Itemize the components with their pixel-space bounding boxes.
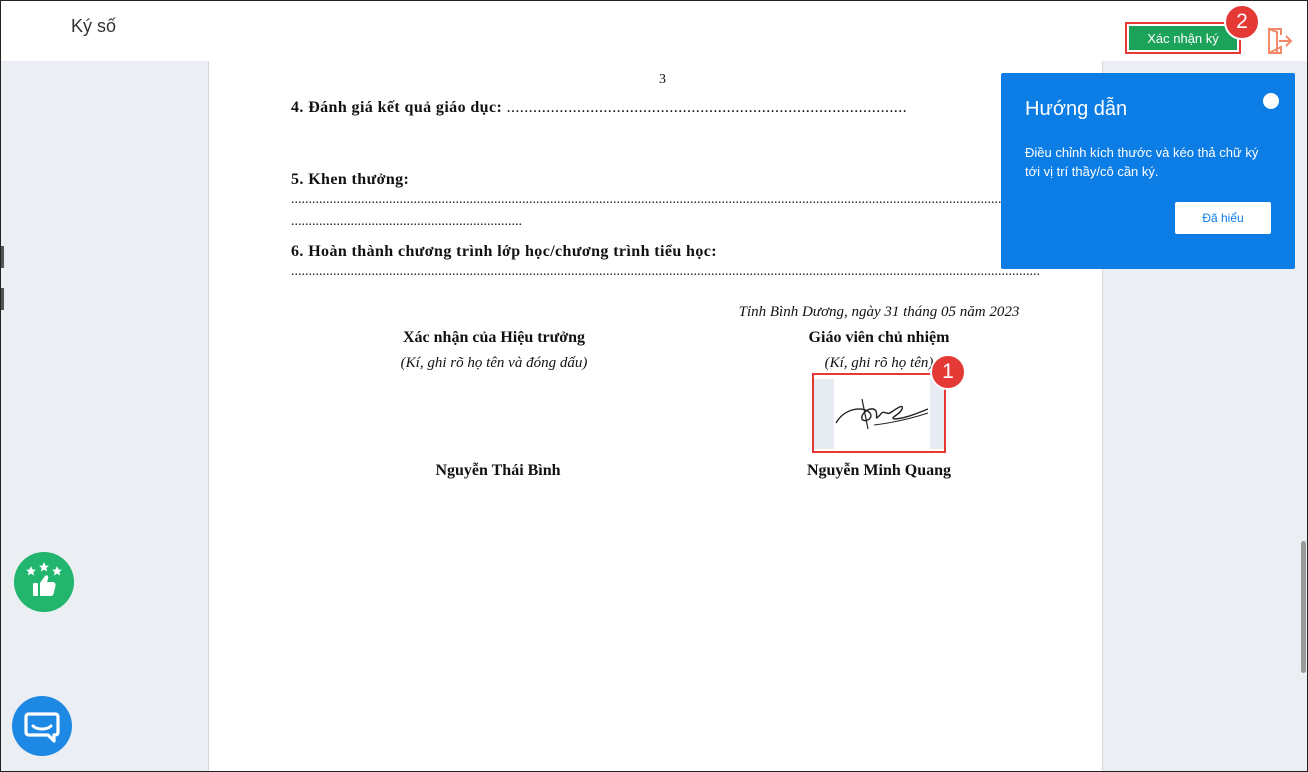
teacher-title: Giáo viên chủ nhiệm: [808, 329, 950, 346]
section-5-line-2: ........................................…: [291, 214, 522, 229]
guide-popover: Hướng dẫn Điều chỉnh kích thước và kéo t…: [1001, 73, 1295, 269]
section-4-heading: 4. Đánh giá kết quả giáo dục: ..........…: [291, 99, 907, 117]
exit-door-icon[interactable]: [1265, 27, 1293, 55]
section-5-line-1: ........................................…: [291, 192, 1007, 207]
principal-title: Xác nhận của Hiệu trưởng: [402, 329, 586, 346]
guide-close-dot-icon[interactable]: [1263, 93, 1279, 109]
section-6-line-1: ........................................…: [291, 264, 1040, 279]
section-6-heading: 6. Hoàn thành chương trình lớp học/chươn…: [291, 243, 717, 260]
page-number: 3: [659, 72, 666, 87]
chat-bubble-icon: [24, 712, 60, 743]
signature-margin-left: [814, 379, 834, 449]
section-5-heading: 5. Khen thưởng:: [291, 171, 410, 188]
step-badge-1: 1: [930, 354, 966, 390]
left-edge-marker: [1, 288, 4, 310]
signature-image: [835, 398, 929, 430]
place-date: Tỉnh Bình Dương, ngày 31 tháng 05 năm 20…: [738, 304, 1020, 320]
principal-note: (Kí, ghi rõ họ tên và đóng dấu): [400, 355, 588, 371]
understood-button[interactable]: Đã hiểu: [1175, 202, 1271, 234]
signature-box[interactable]: [812, 373, 946, 453]
left-panel: [1, 61, 209, 771]
confirm-sign-button[interactable]: Xác nhận ký: [1129, 26, 1237, 50]
thumbs-up-stars-icon: [26, 562, 62, 596]
guide-title: Hướng dẫn: [1025, 98, 1128, 120]
teacher-name: Nguyễn Minh Quang: [806, 462, 952, 479]
signature-area: [834, 379, 930, 449]
chat-button[interactable]: [12, 696, 72, 756]
scrollbar-thumb[interactable]: [1301, 541, 1306, 673]
section-4-title: 4. Đánh giá kết quả giáo dục:: [291, 99, 503, 116]
teacher-note: (Kí, ghi rõ họ tên): [824, 355, 934, 371]
rate-button[interactable]: [14, 552, 74, 612]
principal-name: Nguyễn Thái Bình: [435, 462, 561, 479]
page-title: Ký số: [71, 16, 117, 36]
app-frame: Ký số Xác nhận ký 2 3 4. Đánh giá kết qu…: [0, 0, 1308, 772]
signature-margin-right: [930, 379, 944, 449]
confirm-button-highlight: Xác nhận ký: [1125, 22, 1241, 54]
header-bar: Ký số Xác nhận ký 2: [1, 1, 1307, 54]
section-4-dots: ........................................…: [502, 99, 908, 116]
guide-text: Điều chỉnh kích thước và kéo thả chữ ký …: [1025, 145, 1259, 179]
left-edge-marker: [1, 246, 4, 268]
step-badge-2: 2: [1224, 4, 1260, 40]
document-page: 3 4. Đánh giá kết quả giáo dục: ........…: [209, 61, 1101, 771]
